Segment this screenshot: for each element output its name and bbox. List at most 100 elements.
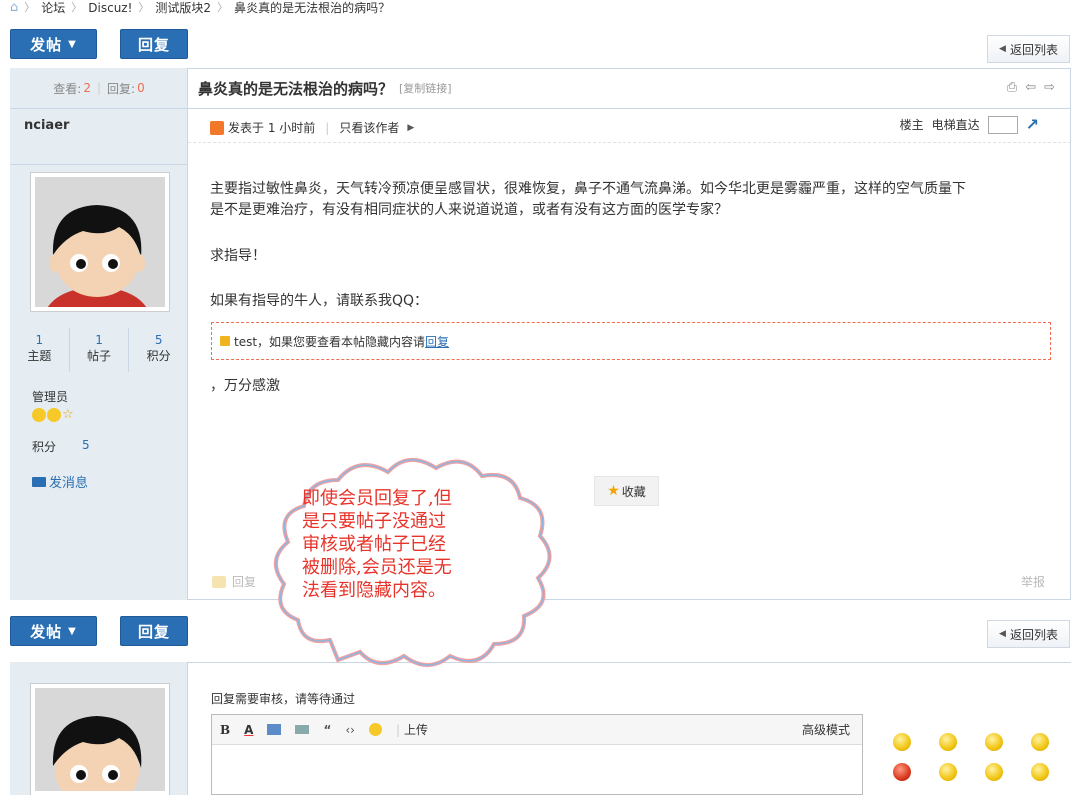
cry-smiley-icon[interactable] (1031, 733, 1049, 751)
breadcrumb-item-thread[interactable]: 鼻炎真的是无法根治的病吗？ (234, 0, 390, 16)
send-message-link[interactable]: 发消息 (32, 472, 88, 491)
credits-row-value: 5 (82, 438, 90, 452)
stat-credits-label: 积分 (146, 349, 171, 363)
image-icon[interactable] (267, 724, 282, 735)
new-post-button[interactable]: 发帖 ▼ (10, 29, 97, 59)
favorite-button[interactable]: ★ 收藏 (594, 476, 659, 506)
font-color-button[interactable]: A (244, 723, 253, 737)
grin-smiley-icon[interactable] (985, 733, 1003, 751)
review-notice: 回复需要审核，请等待通过 (211, 692, 356, 706)
home-icon[interactable]: ⌂ (10, 0, 18, 16)
avatar[interactable] (30, 683, 170, 795)
floor-jump-input[interactable] (987, 115, 1018, 134)
user-rank-icons: ☆ (32, 408, 74, 422)
lock-icon (220, 336, 230, 346)
wink-smiley-icon[interactable] (1031, 763, 1049, 781)
post-paragraph-1: 主要指过敏性鼻炎，天气转冷预凉便呈感冒状，很难恢复，鼻子不通气流鼻涕。如今华北更… (210, 179, 1060, 221)
separator-icon: 〉 (217, 1, 229, 14)
smiley-icon[interactable] (893, 733, 911, 751)
divider: | (395, 722, 400, 737)
go-icon[interactable]: ↗ (1026, 115, 1039, 134)
only-author-link[interactable]: 只看该作者 (339, 119, 399, 136)
author-badge-icon (210, 120, 224, 135)
reply-icon (212, 575, 226, 588)
stat-posts-label: 帖子 (87, 349, 112, 363)
link-icon[interactable] (295, 725, 310, 734)
posted-time: 发表于 1 小时前 (228, 121, 316, 135)
stat-topics-label: 主题 (27, 349, 52, 363)
smiley-icon[interactable] (368, 723, 382, 736)
breadcrumb-item-discuz[interactable]: Discuz! (88, 0, 132, 16)
post-paragraph-3: 如果有指导的牛人，请联系我QQ： (210, 293, 429, 309)
stat-topics-value: 1 (35, 333, 44, 347)
views-count: 2 (83, 81, 91, 95)
angry-smiley-icon[interactable] (893, 763, 911, 781)
print-icon[interactable]: ⎙ (1007, 80, 1017, 95)
stat-posts[interactable]: 1 帖子 (70, 328, 130, 372)
tongue-smiley-icon[interactable] (985, 763, 1003, 781)
reply-label: 回复 (137, 35, 170, 54)
quote-icon[interactable]: “ (323, 723, 331, 737)
stat-topics[interactable]: 1 主题 (10, 328, 70, 372)
author-name[interactable]: nciaer (24, 118, 69, 133)
back-label: 返回列表 (1009, 627, 1058, 642)
breadcrumb-item-board[interactable]: 测试版块2 (155, 0, 211, 16)
callout-line: 即使会员回复了,但 (302, 488, 452, 509)
bold-button[interactable]: B (220, 723, 230, 737)
smiley-palette (893, 733, 1053, 793)
chevron-down-icon: ▼ (68, 38, 77, 50)
callout-line: 审核或者帖子已经 (302, 534, 446, 555)
post-paragraph-4: ，万分感激 (210, 378, 280, 394)
sad-smiley-icon[interactable] (939, 733, 957, 751)
elevator-label: 电梯直达 (931, 118, 980, 132)
smiley-rank-icon (47, 408, 61, 422)
reply-label: 回复 (137, 622, 170, 641)
advanced-mode-link[interactable]: 高级模式 (802, 721, 850, 738)
new-post-label: 发帖 (30, 622, 63, 641)
next-thread-icon[interactable]: ⇨ (1044, 80, 1055, 95)
arrow-left-icon: ◀ (999, 44, 1006, 54)
reply-action[interactable]: 回复 (212, 573, 256, 590)
reply-button-bottom[interactable]: 回复 (120, 616, 188, 646)
breadcrumb-item-forum[interactable]: 论坛 (41, 0, 65, 16)
favorite-label: 收藏 (621, 484, 646, 499)
copy-link[interactable]: [复制链接] (399, 80, 452, 96)
new-post-button-bottom[interactable]: 发帖 ▼ (10, 616, 97, 646)
code-icon[interactable]: ‹› (345, 723, 355, 737)
separator-icon: 〉 (71, 1, 83, 14)
stat-posts-value: 1 (95, 333, 103, 347)
upload-button[interactable]: 上传 (404, 721, 428, 738)
divider: | (96, 81, 102, 95)
thread-title-bar: 鼻炎真的是无法根治的病吗？ [复制链接] ⎙ ⇦ ⇨ (188, 68, 1071, 109)
post-text-line-2: 是不是更难治疗，有没有相同症状的人来说道说道，或者有没有这方面的医学专家？ (210, 202, 728, 218)
avatar[interactable] (30, 172, 170, 312)
avatar-image (35, 688, 165, 791)
back-label: 返回列表 (1009, 42, 1058, 57)
back-to-list-button[interactable]: ◀ 返回列表 (987, 35, 1070, 63)
separator-icon: 〉 (24, 1, 36, 14)
callout-line: 是只要帖子没通过 (302, 511, 446, 532)
shock-smiley-icon[interactable] (939, 763, 957, 781)
author-name-row: nciaer (10, 109, 188, 165)
post-paragraph-2: 求指导！ (210, 248, 266, 264)
star-rank-icon: ☆ (62, 407, 74, 422)
reply-button[interactable]: 回复 (120, 29, 188, 59)
stat-credits-value: 5 (154, 333, 163, 347)
reply-editor[interactable]: B A “ ‹› | 上传 高级模式 (211, 714, 863, 795)
back-to-list-button-bottom[interactable]: ◀ 返回列表 (987, 620, 1070, 648)
editor-toolbar: B A “ ‹› | 上传 高级模式 (212, 715, 862, 745)
thread-tools: ⎙ ⇦ ⇨ (1007, 80, 1055, 95)
stat-credits[interactable]: 5 积分 (129, 328, 188, 372)
previous-thread-icon[interactable]: ⇦ (1025, 80, 1036, 95)
callout-text: 即使会员回复了,但 是只要帖子没通过 审核或者帖子已经 被删除,会员还是无 法看… (302, 487, 522, 602)
author-stats: 1 主题 1 帖子 5 积分 (10, 328, 188, 372)
credits-row: 积分 5 (32, 438, 90, 455)
hidden-content-box: test，如果您要查看本帖隐藏内容请 回复 (211, 322, 1051, 360)
user-group[interactable]: 管理员 (32, 388, 68, 405)
callout-line: 法看到隐藏内容。 (302, 580, 446, 601)
report-link[interactable]: 举报 (1021, 573, 1045, 590)
hidden-content-reply-link[interactable]: 回复 (425, 333, 449, 350)
divider: | (325, 120, 330, 135)
arrow-left-icon: ◀ (999, 629, 1006, 639)
post-meta-row: 发表于 1 小时前 | 只看该作者 ▶ 楼主 电梯直达 ↗ (188, 109, 1071, 143)
